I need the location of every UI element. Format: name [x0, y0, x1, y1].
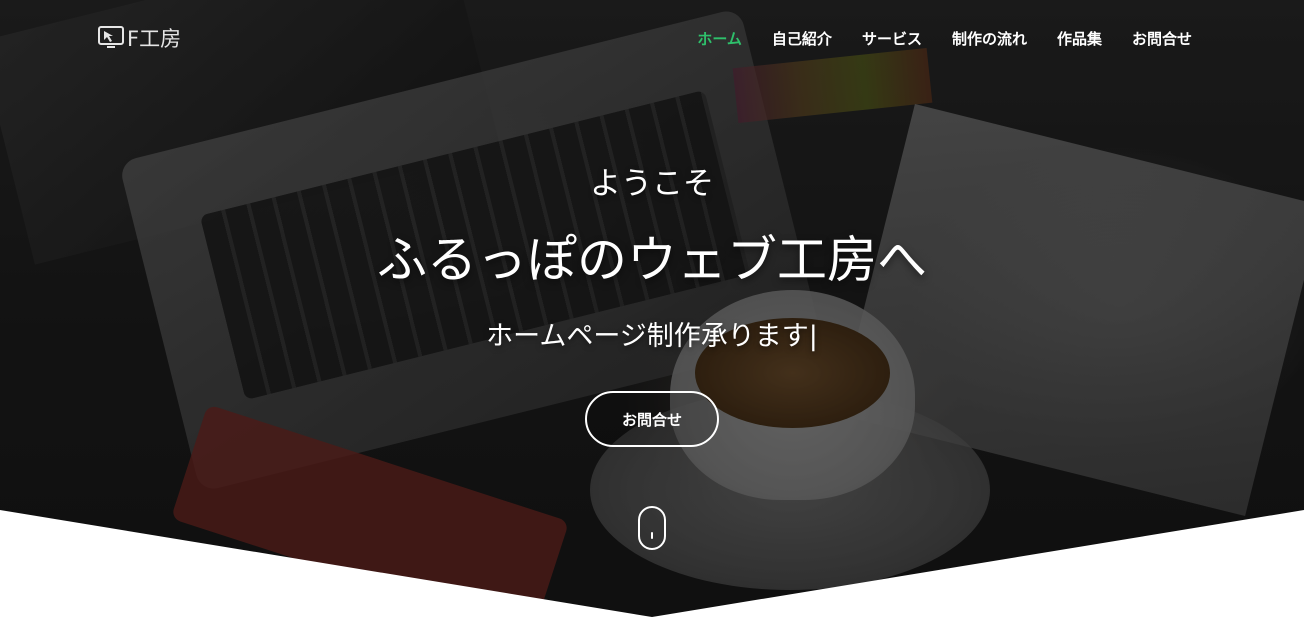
hero-tagline: ホームページ制作承ります| [486, 321, 818, 352]
nav-item-portfolio[interactable]: 作品集 [1057, 28, 1102, 50]
nav-item-contact[interactable]: お問合せ [1132, 28, 1192, 50]
hero-welcome: ようこそ [590, 166, 714, 202]
nav-item-about[interactable]: 自己紹介 [772, 28, 832, 50]
contact-cta-button[interactable]: お問合せ [585, 391, 719, 447]
nav-item-workflow[interactable]: 制作の流れ [952, 28, 1027, 50]
mouse-wheel [651, 532, 653, 539]
monitor-cursor-icon [98, 26, 124, 48]
nav-item-services[interactable]: サービス [862, 28, 922, 50]
main-nav: ホーム 自己紹介 サービス 制作の流れ 作品集 お問合せ [667, 28, 1192, 50]
nav-item-home[interactable]: ホーム [697, 28, 742, 50]
mouse-scroll-icon[interactable] [638, 506, 666, 550]
logo-text: F工房 [127, 27, 182, 51]
hero-headline: ふるっぽのウェブ工房へ [377, 231, 927, 289]
site-logo[interactable]: F工房 [98, 25, 181, 51]
contact-cta-label: お問合せ [621, 410, 682, 429]
hero-section: F工房 ホーム 自己紹介 サービス 制作の流れ 作品集 お問合せ ようこそ ふる… [0, 0, 1304, 617]
